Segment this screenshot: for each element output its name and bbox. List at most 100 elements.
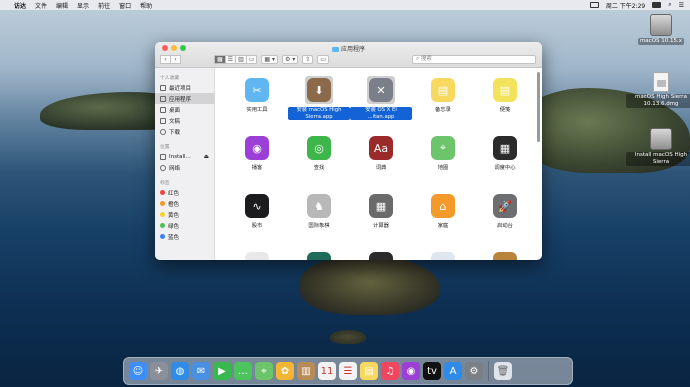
notes-icon: ▤ xyxy=(429,76,457,104)
sidebar-tag-item[interactable]: 蓝色 xyxy=(155,231,214,242)
dock-launchpad-icon[interactable]: ✈ xyxy=(150,362,168,380)
dock-photos-icon[interactable]: ✿ xyxy=(276,362,294,380)
desktop-icon xyxy=(160,106,166,113)
user-icon[interactable] xyxy=(652,2,662,8)
forward-button[interactable]: › xyxy=(170,55,181,64)
dock-notes-icon[interactable]: ▤ xyxy=(360,362,378,380)
menu-file[interactable]: 文件 xyxy=(35,1,47,10)
spotlight-icon[interactable]: ⌕ xyxy=(668,1,671,9)
menu-clock[interactable]: 周二 下午2:29 xyxy=(606,1,645,10)
app-item[interactable]: ♞ 国际象棋 xyxy=(288,186,350,244)
sidebar-item-recents[interactable]: 最近项目 xyxy=(155,82,214,93)
menu-help[interactable]: 帮助 xyxy=(140,1,152,10)
menu-go[interactable]: 前往 xyxy=(98,1,110,10)
dock-app-store-icon[interactable]: A xyxy=(444,362,462,380)
dock-contacts-icon[interactable]: ▥ xyxy=(297,362,315,380)
dock-trash-icon[interactable]: 🗑 xyxy=(494,362,512,380)
app-item[interactable]: ⌂ 家庭 xyxy=(412,186,474,244)
sidebar-tag-item[interactable]: 红色 xyxy=(155,187,214,198)
desktop-dmg-file[interactable]: macOS High Sierra 10.13.6.dmg xyxy=(626,72,690,108)
dock-tv-icon[interactable]: tv xyxy=(423,362,441,380)
vertical-scrollbar[interactable] xyxy=(537,72,540,142)
sidebar-tag-label: 绿色 xyxy=(168,223,180,230)
dock-system-preferences-icon[interactable]: ⚙ xyxy=(465,362,483,380)
sidebar-tag-item[interactable]: 黄色 xyxy=(155,209,214,220)
tag-button[interactable]: ▭ xyxy=(317,55,330,64)
dock-safari-icon[interactable]: ◍ xyxy=(171,362,189,380)
app-item[interactable]: ▤ 备忘录 xyxy=(412,70,474,128)
app-item[interactable]: ✂ 实用工具 xyxy=(226,70,288,128)
tag-color-dot xyxy=(160,201,165,206)
disk-image-icon xyxy=(653,72,669,92)
app-item[interactable]: ✕ 安装 OS X El ...itan.app xyxy=(350,70,412,128)
app-icon xyxy=(491,250,519,260)
maps-icon-glyph: ⌖ xyxy=(431,136,455,160)
menu-view[interactable]: 显示 xyxy=(77,1,89,10)
dock-mail-icon[interactable]: ✉ xyxy=(192,362,210,380)
tag-color-dot xyxy=(160,223,165,228)
app-item[interactable]: Aa 词典 xyxy=(350,128,412,186)
gallery-view-button[interactable]: ▭ xyxy=(245,55,258,64)
sidebar-item-install-volume[interactable]: Install... ⏏ xyxy=(155,151,214,162)
app-item[interactable]: ▦ 计算器 xyxy=(350,186,412,244)
sidebar-item-downloads[interactable]: 下载 xyxy=(155,126,214,137)
app-item[interactable] xyxy=(288,244,350,260)
group-by-button[interactable]: ▦ ▾ xyxy=(261,55,278,64)
share-button[interactable]: ⇧ xyxy=(302,55,314,64)
app-item[interactable]: ◉ 播客 xyxy=(226,128,288,186)
search-field[interactable]: ⌕ 搜索 xyxy=(412,55,536,64)
dock-finder-icon[interactable]: ☺ xyxy=(129,362,147,380)
dock-calendar-icon[interactable]: 11 xyxy=(318,362,336,380)
app-name: 家庭 xyxy=(437,223,449,229)
dock-facetime-icon[interactable]: ▶ xyxy=(213,362,231,380)
finder-toolbar: ‹ › ▦ ☰ ▥ ▭ ▦ ▾ ⚙ ▾ ⇧ ▭ ⌕ 搜索 xyxy=(160,54,536,65)
notification-center-icon[interactable]: ☰ xyxy=(679,2,684,9)
dock-maps-icon[interactable]: ⌖ xyxy=(255,362,273,380)
find-my-icon-glyph: ◎ xyxy=(307,136,331,160)
app-item[interactable] xyxy=(350,244,412,260)
podcasts-icon: ◉ xyxy=(243,134,271,162)
app-item[interactable]: ⌖ 地图 xyxy=(412,128,474,186)
app-name: 便笺 xyxy=(499,107,511,113)
sidebar-item-desktop[interactable]: 桌面 xyxy=(155,104,214,115)
app-item[interactable] xyxy=(474,244,536,260)
mission-control-icon: ▦ xyxy=(491,134,519,162)
desktop-drive-installer[interactable]: Install macOS High Sierra xyxy=(626,128,690,166)
app-item[interactable]: ▤ 便笺 xyxy=(474,70,536,128)
display-mirroring-icon[interactable] xyxy=(589,2,599,8)
app-icon-glyph xyxy=(431,252,455,260)
sidebar-tag-item[interactable]: 橙色 xyxy=(155,198,214,209)
stocks-icon-glyph: ∿ xyxy=(245,194,269,218)
menu-edit[interactable]: 编辑 xyxy=(56,1,68,10)
sidebar-item-network[interactable]: 网络 xyxy=(155,162,214,173)
app-name: 安装 macOS High Sierra.app xyxy=(288,107,350,120)
sidebar-tag-label: 红色 xyxy=(168,190,180,197)
calculator-icon-glyph: ▦ xyxy=(369,194,393,218)
app-name: 安装 OS X El ...itan.app xyxy=(350,107,412,120)
app-item[interactable] xyxy=(412,244,474,260)
app-item[interactable]: ∿ 股市 xyxy=(226,186,288,244)
dock-podcasts-icon[interactable]: ◉ xyxy=(402,362,420,380)
app-icon-grid: ✂ 实用工具 ⬇ 安装 macOS High Sierra.app ✕ 安装 OS X E… xyxy=(226,70,536,260)
sidebar-item-applications[interactable]: 应用程序 xyxy=(155,93,214,104)
dock-messages-icon[interactable]: … xyxy=(234,362,252,380)
app-item[interactable] xyxy=(226,244,288,260)
menu-finder[interactable]: 访达 xyxy=(14,1,26,10)
app-icon xyxy=(367,250,395,260)
sidebar-item-documents[interactable]: 文稿 xyxy=(155,115,214,126)
sidebar-item-label: 文稿 xyxy=(169,118,181,125)
app-item[interactable]: ◎ 查找 xyxy=(288,128,350,186)
dock-music-icon[interactable]: ♫ xyxy=(381,362,399,380)
menu-window[interactable]: 窗口 xyxy=(119,1,131,10)
dock-reminders-icon[interactable]: ☰ xyxy=(339,362,357,380)
app-item[interactable]: 🚀 启动台 xyxy=(474,186,536,244)
sidebar-item-label: 桌面 xyxy=(169,107,181,114)
app-item[interactable]: ⬇ 安装 macOS High Sierra.app xyxy=(288,70,350,128)
desktop-drive-macos[interactable]: macOS 10.15.x xyxy=(626,14,690,45)
sidebar-tag-item[interactable]: 绿色 xyxy=(155,220,214,231)
eject-icon[interactable]: ⏏ xyxy=(204,154,209,160)
app-item[interactable]: ▦ 调度中心 xyxy=(474,128,536,186)
file-browser-content: ✂ 实用工具 ⬇ 安装 macOS High Sierra.app ✕ 安装 OS X E… xyxy=(216,68,542,260)
action-menu-button[interactable]: ⚙ ▾ xyxy=(282,55,299,64)
network-icon xyxy=(160,164,166,171)
